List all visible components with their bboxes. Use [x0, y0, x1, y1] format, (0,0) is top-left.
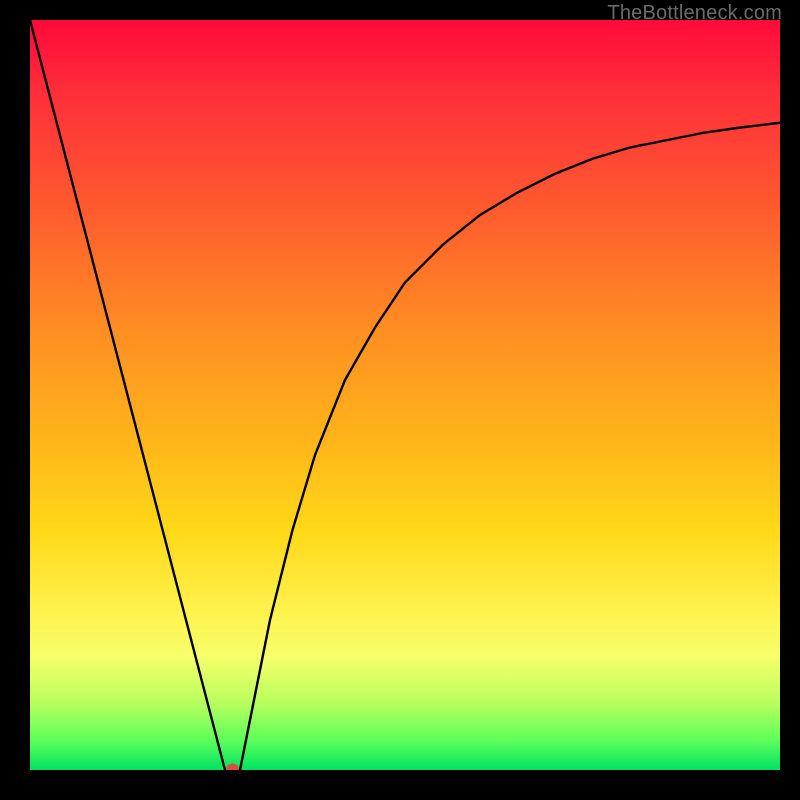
curve-left — [30, 20, 225, 770]
curve-right — [240, 123, 780, 770]
plot-area — [30, 20, 780, 770]
bottleneck-curve — [30, 20, 780, 770]
minimum-marker — [226, 764, 239, 771]
chart-frame: TheBottleneck.com — [0, 0, 800, 800]
